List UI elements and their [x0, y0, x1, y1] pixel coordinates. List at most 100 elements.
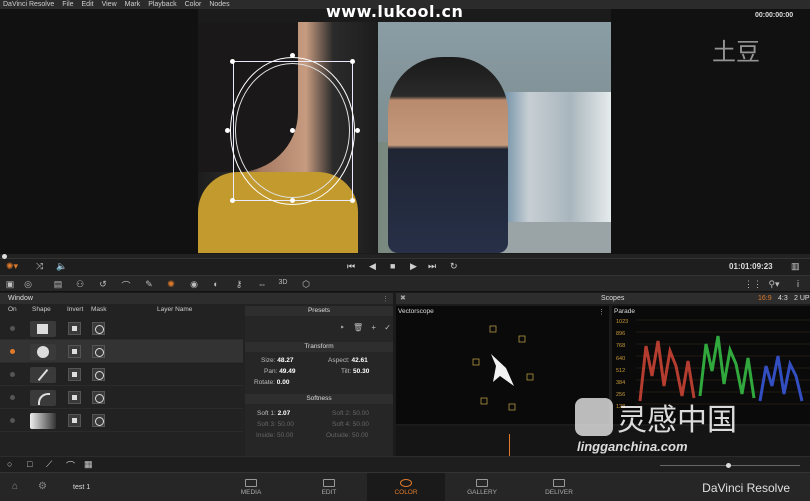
add-polygon-window-icon[interactable]: ⟋	[46, 459, 52, 470]
invert-toggle[interactable]	[68, 345, 81, 358]
color-wheels-icon[interactable]: ▤	[52, 279, 64, 290]
tilt-value[interactable]: 50.30	[353, 368, 369, 375]
soft2-value[interactable]: 50.00	[353, 410, 369, 417]
3d-icon[interactable]: 3D	[277, 279, 289, 286]
rgb-mixer-icon[interactable]: ⚇	[74, 279, 86, 290]
mask-toggle[interactable]	[92, 368, 105, 381]
menu-edit[interactable]: Edit	[82, 1, 94, 8]
window-row-circle[interactable]	[0, 340, 243, 363]
window-on-toggle[interactable]	[10, 395, 15, 400]
scope-zoom-slider[interactable]	[660, 463, 800, 468]
apply-preset-icon[interactable]: ✓	[384, 323, 391, 332]
home-icon[interactable]: ⌂	[12, 481, 18, 492]
menu-nodes[interactable]: Nodes	[209, 1, 229, 8]
page-gallery[interactable]: GALLERY	[443, 473, 521, 501]
slider-knob[interactable]	[726, 463, 731, 468]
play-reverse-icon[interactable]: ◀	[369, 261, 376, 272]
power-window-handle[interactable]	[290, 198, 295, 203]
soft4-value[interactable]: 50.00	[353, 421, 369, 428]
curve-window-shape-icon[interactable]	[30, 390, 56, 406]
shuffle-icon[interactable]: ⤨	[36, 261, 43, 272]
close-icon[interactable]: ✖	[400, 294, 406, 302]
outside-value[interactable]: 50.00	[352, 432, 368, 439]
circle-window-shape-icon[interactable]	[30, 344, 56, 360]
key-icon[interactable]: ⚷	[233, 279, 245, 290]
delete-preset-icon[interactable]: 🗑	[353, 323, 363, 332]
add-circle-window-icon[interactable]: ○	[7, 459, 12, 469]
menu-file[interactable]: File	[62, 1, 73, 8]
power-window-handle[interactable]	[230, 59, 235, 64]
qualifier-icon[interactable]: ✎	[143, 279, 155, 290]
invert-toggle[interactable]	[68, 391, 81, 404]
menu-color[interactable]: Color	[185, 1, 202, 8]
soft1-value[interactable]: 2.07	[278, 410, 291, 417]
camera-raw-icon[interactable]: ▣	[4, 279, 16, 290]
power-window-handle[interactable]	[350, 59, 355, 64]
power-window-handle[interactable]	[230, 198, 235, 203]
pan-value[interactable]: 49.49	[279, 368, 295, 375]
mask-toggle[interactable]	[92, 322, 105, 335]
blur-icon[interactable]: ◐	[210, 279, 222, 289]
power-window-handle[interactable]	[290, 53, 295, 58]
info-icon[interactable]: ⅰ	[792, 279, 804, 290]
power-window-handle[interactable]	[225, 128, 230, 133]
stop-icon[interactable]: ■	[390, 261, 395, 271]
power-window-icon[interactable]: ✺	[165, 279, 177, 290]
menu-view[interactable]: View	[102, 1, 117, 8]
grid-icon[interactable]: ⋮⋮	[744, 279, 762, 290]
curves-icon[interactable]: ⌒	[120, 279, 132, 292]
viewer-mode-icon[interactable]: ✺▾	[6, 261, 18, 272]
window-on-toggle[interactable]	[10, 418, 15, 423]
go-first-frame-icon[interactable]: ⏮	[347, 261, 355, 272]
page-edit[interactable]: EDIT	[290, 473, 368, 501]
app-name[interactable]: DaVinci Resolve	[3, 1, 54, 8]
window-on-toggle[interactable]	[10, 372, 15, 377]
add-curve-window-icon[interactable]: ⌒	[66, 459, 75, 472]
inside-value[interactable]: 50.00	[277, 432, 293, 439]
viewer-settings-icon[interactable]: ▥	[791, 261, 800, 272]
page-color[interactable]: COLOR	[367, 473, 445, 501]
preset-options-icon[interactable]: ‣	[340, 323, 345, 332]
mask-toggle[interactable]	[92, 391, 105, 404]
two-up-button[interactable]: 2 UP	[794, 295, 810, 302]
volume-icon[interactable]: 🔈	[56, 261, 67, 272]
rotate-value[interactable]: 0.00	[277, 379, 290, 386]
window-row-gradient[interactable]	[0, 409, 243, 432]
menu-playback[interactable]: Playback	[148, 1, 176, 8]
menu-mark[interactable]: Mark	[125, 1, 141, 8]
sizing-icon[interactable]: ⇔	[256, 279, 268, 289]
power-window-handle[interactable]	[355, 128, 360, 133]
play-icon[interactable]: ▶	[410, 261, 417, 272]
soft3-value[interactable]: 50.00	[278, 421, 294, 428]
linear-window-shape-icon[interactable]	[30, 321, 56, 337]
invert-toggle[interactable]	[68, 368, 81, 381]
add-linear-window-icon[interactable]: □	[27, 459, 32, 469]
window-on-toggle[interactable]	[10, 326, 15, 331]
zoom-icon[interactable]: ⚲▾	[768, 279, 780, 290]
stereo-icon[interactable]: ⬡	[300, 279, 312, 290]
page-media[interactable]: MEDIA	[212, 473, 290, 501]
panel-options-icon[interactable]: ⋮	[382, 295, 389, 303]
page-deliver[interactable]: DELIVER	[520, 473, 598, 501]
motion-effects-icon[interactable]: ↺	[97, 279, 109, 290]
power-window-handle[interactable]	[350, 198, 355, 203]
window-row-linear[interactable]	[0, 317, 243, 340]
mask-toggle[interactable]	[92, 345, 105, 358]
aspect-16-9-button[interactable]: 16:9	[758, 295, 772, 302]
tracker-icon[interactable]: ◉	[188, 279, 200, 290]
window-row-curve[interactable]	[0, 386, 243, 409]
add-gradient-window-icon[interactable]: ▦	[84, 459, 93, 470]
invert-toggle[interactable]	[68, 414, 81, 427]
gradient-window-shape-icon[interactable]	[30, 413, 56, 429]
go-last-frame-icon[interactable]: ⏭	[428, 261, 436, 272]
color-match-icon[interactable]: ◎	[22, 279, 34, 290]
settings-gear-icon[interactable]: ⚙	[38, 481, 47, 492]
window-row-polygon[interactable]	[0, 363, 243, 386]
mask-toggle[interactable]	[92, 414, 105, 427]
add-preset-icon[interactable]: +	[371, 323, 376, 332]
aspect-4-3-button[interactable]: 4:3	[778, 295, 788, 302]
power-window-center-handle[interactable]	[290, 128, 295, 133]
loop-icon[interactable]: ↻	[450, 261, 458, 272]
size-value[interactable]: 48.27	[277, 357, 293, 364]
invert-toggle[interactable]	[68, 322, 81, 335]
